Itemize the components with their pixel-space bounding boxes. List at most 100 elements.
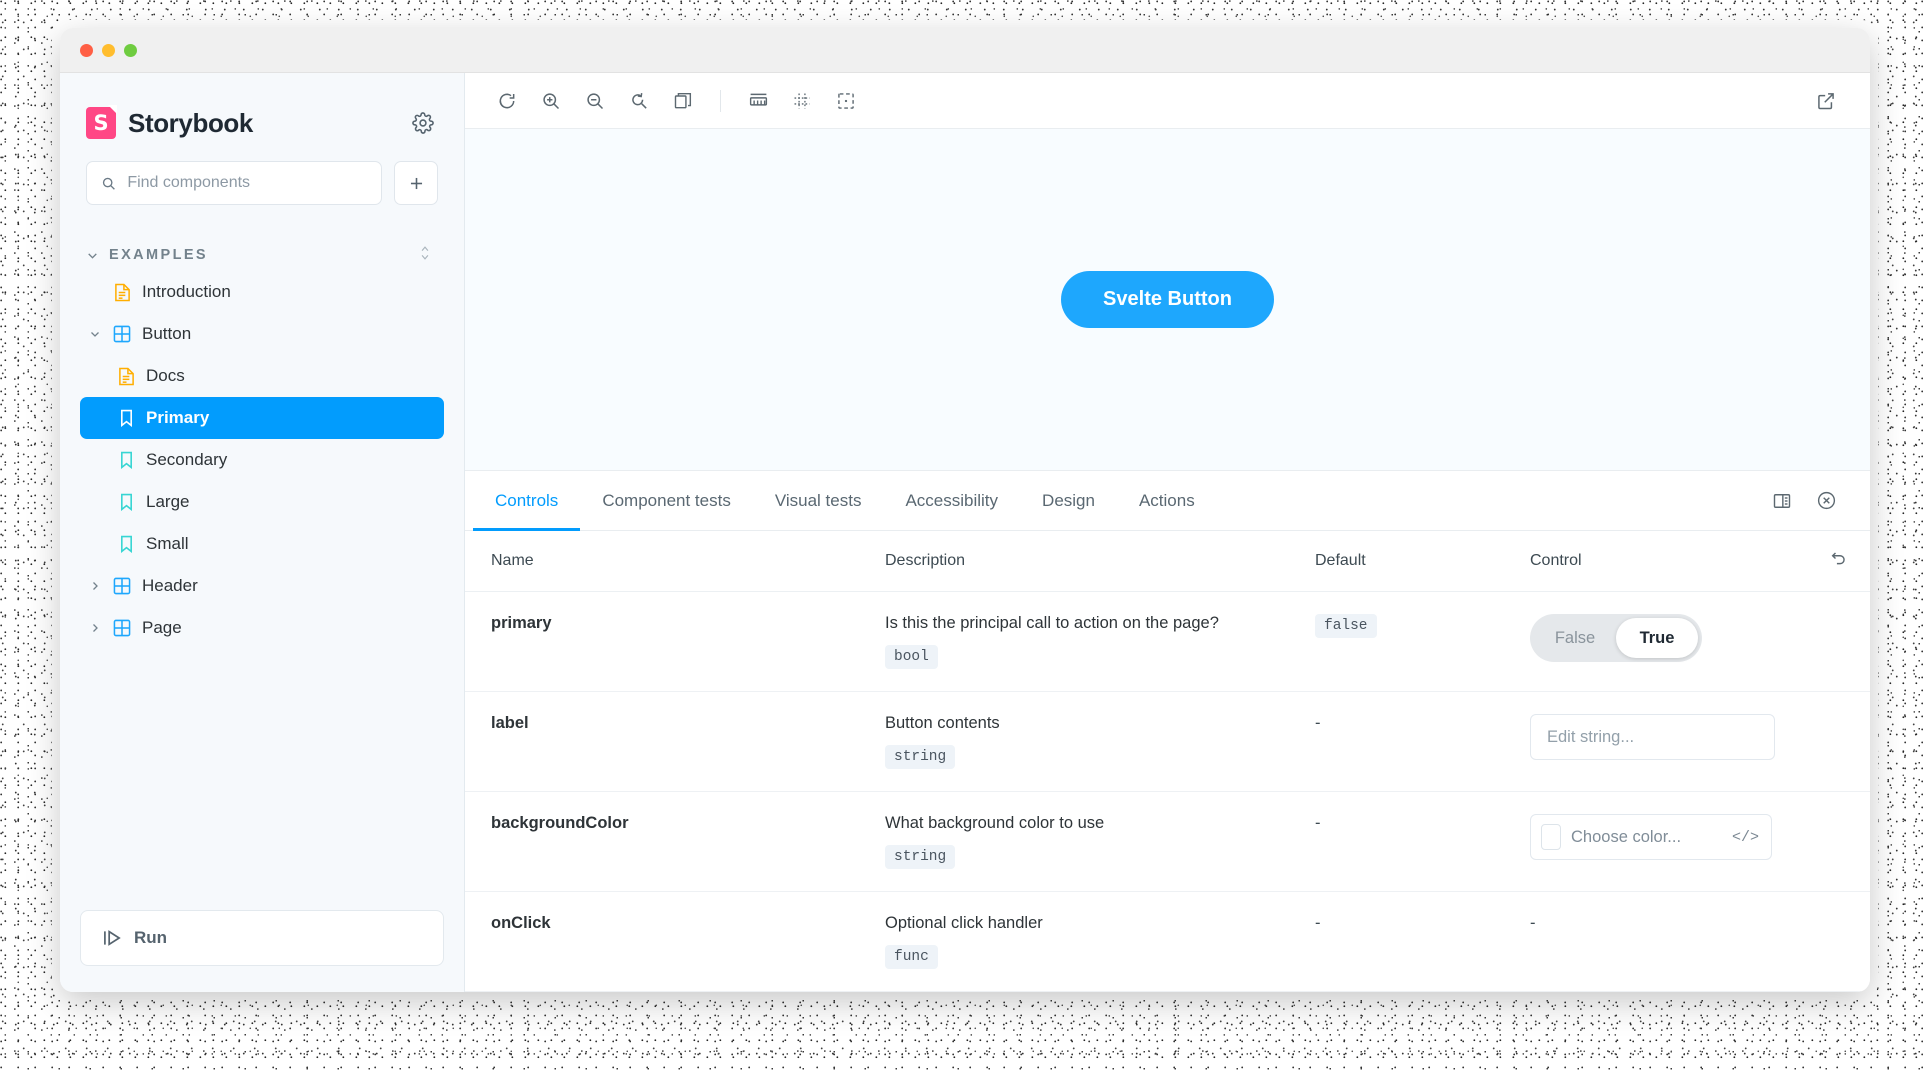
chevron-right-icon[interactable] <box>88 622 102 634</box>
close-circle-icon[interactable] <box>1804 471 1848 530</box>
code-toggle-icon[interactable]: </> <box>1732 829 1759 846</box>
sidebar-item-header[interactable]: Header <box>80 565 444 607</box>
chevron-down-icon <box>88 252 97 259</box>
component-icon <box>112 577 132 595</box>
run-button-label: Run <box>134 928 168 947</box>
text-input-label[interactable]: Edit string... <box>1530 714 1775 760</box>
tab-label: Component tests <box>602 490 731 510</box>
boolean-option-false[interactable]: False <box>1534 618 1616 658</box>
story-icon <box>116 409 136 427</box>
tab-controls[interactable]: Controls <box>473 471 581 531</box>
measure-icon[interactable] <box>736 81 780 121</box>
outline-icon[interactable] <box>824 81 868 121</box>
control-default-cell: - <box>1315 891 1530 992</box>
table-row: onClick Optional click handler func - - <box>465 891 1870 992</box>
tab-accessibility[interactable]: Accessibility <box>883 471 1020 530</box>
chevron-right-icon[interactable] <box>88 580 102 592</box>
tab-label: Controls <box>495 490 559 510</box>
control-type-chip: bool <box>885 645 938 669</box>
row-spacer <box>1810 791 1870 892</box>
sidebar-item-introduction[interactable]: Introduction <box>80 271 444 313</box>
sidebar-item-label: Large <box>146 492 190 511</box>
story-icon <box>116 535 136 553</box>
gear-icon[interactable] <box>408 108 438 138</box>
tabs-spacer <box>1217 471 1760 530</box>
tab-design[interactable]: Design <box>1020 471 1117 530</box>
zoom-in-icon[interactable] <box>529 81 573 121</box>
control-description-cell: Button contents string <box>885 691 1315 792</box>
search-box[interactable] <box>86 161 382 205</box>
control-description-cell: Optional click handler func <box>885 891 1315 992</box>
sidebar-item-label: Header <box>142 576 198 595</box>
plus-icon <box>410 177 422 189</box>
remount-icon[interactable] <box>485 81 529 121</box>
window-maximize-button[interactable] <box>124 43 137 57</box>
play-test-icon <box>104 930 121 946</box>
tab-visual-tests[interactable]: Visual tests <box>753 471 884 530</box>
table-row: backgroundColor What background color to… <box>465 791 1870 892</box>
story-icon <box>116 493 136 511</box>
preview-toolbar <box>465 73 1870 129</box>
sidebar-search-row <box>60 139 464 205</box>
color-swatch[interactable] <box>1541 824 1561 850</box>
backgrounds-icon[interactable] <box>661 81 705 121</box>
sidebar-item-primary[interactable]: Primary <box>80 397 444 439</box>
boolean-toggle-primary[interactable]: False True <box>1530 614 1702 662</box>
window-close-button[interactable] <box>80 43 93 57</box>
sidebar-item-label: Button <box>142 324 192 343</box>
document-icon <box>116 367 136 386</box>
sidebar-item-docs[interactable]: Docs <box>80 355 444 397</box>
window-minimize-button[interactable] <box>102 43 115 57</box>
sidebar-item-label: Docs <box>146 366 185 385</box>
sidebar-item-large[interactable]: Large <box>80 481 444 523</box>
add-component-button[interactable] <box>394 161 438 205</box>
control-widget-cell: Edit string... <box>1530 691 1810 792</box>
column-header-default: Default <box>1315 531 1530 592</box>
sidebar-item-secondary[interactable]: Secondary <box>80 439 444 481</box>
sidebar-footer: Run <box>60 910 464 992</box>
control-name: primary <box>465 591 885 692</box>
chevron-down-icon[interactable] <box>88 328 102 340</box>
color-input-backgroundcolor[interactable]: Choose color... </> <box>1530 814 1772 860</box>
component-icon <box>112 619 132 637</box>
column-header-name: Name <box>465 531 885 592</box>
reset-controls-button[interactable] <box>1810 531 1870 592</box>
boolean-option-true[interactable]: True <box>1616 618 1698 658</box>
column-header-control: Control <box>1530 531 1810 592</box>
text-input-placeholder: Edit string... <box>1547 727 1635 746</box>
control-default-cell: - <box>1315 791 1530 892</box>
grid-icon[interactable] <box>780 81 824 121</box>
storybook-logo-icon: S <box>86 107 116 139</box>
zoom-out-icon[interactable] <box>573 81 617 121</box>
table-header-row: Name Description Default Control <box>465 531 1870 592</box>
control-default-value: - <box>1315 914 1321 932</box>
controls-panel: Name Description Default Control primary… <box>465 531 1870 992</box>
control-default-cell: - <box>1315 691 1530 792</box>
story-icon <box>116 451 136 469</box>
tab-actions[interactable]: Actions <box>1117 471 1217 530</box>
control-name: backgroundColor <box>465 791 885 892</box>
control-type-chip: func <box>885 945 938 969</box>
sidebar-item-page[interactable]: Page <box>80 607 444 649</box>
zoom-reset-icon[interactable] <box>617 81 661 121</box>
expand-collapse-icon[interactable] <box>418 244 432 267</box>
tree-group-examples[interactable]: EXAMPLES <box>80 239 444 271</box>
row-spacer <box>1810 691 1870 792</box>
tab-label: Actions <box>1138 490 1195 510</box>
column-header-description: Description <box>885 531 1315 592</box>
component-icon <box>112 325 132 343</box>
search-input[interactable] <box>127 174 367 192</box>
main-area: Svelte Button Controls Component tests V… <box>465 73 1870 992</box>
external-link-icon[interactable] <box>1804 81 1848 121</box>
control-none-placeholder: - <box>1530 914 1536 932</box>
control-description: What background color to use <box>885 814 1105 832</box>
sidebar-item-small[interactable]: Small <box>80 523 444 565</box>
control-name: onClick <box>465 891 885 992</box>
svelte-button[interactable]: Svelte Button <box>1061 271 1274 328</box>
row-spacer <box>1810 591 1870 692</box>
addon-tabs-bar: Controls Component tests Visual tests Ac… <box>465 471 1870 531</box>
tab-component-tests[interactable]: Component tests <box>580 471 753 530</box>
run-tests-button[interactable]: Run <box>80 910 444 966</box>
sidebar-item-button[interactable]: Button <box>80 313 444 355</box>
panel-position-icon[interactable] <box>1760 471 1804 530</box>
